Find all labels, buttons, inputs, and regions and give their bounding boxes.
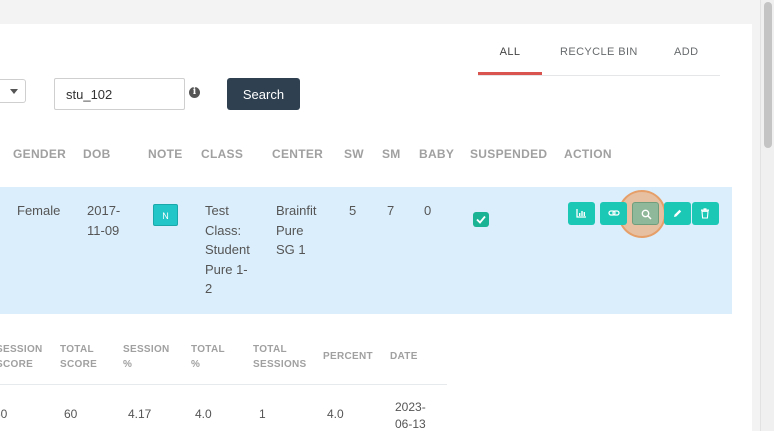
sub-header-line: SESSIONS [253,359,307,370]
sub-header-line: % [123,359,133,370]
cell-center-line: Brainfit [276,203,317,218]
vertical-scrollbar[interactable] [760,0,774,431]
sub-cell-total-sessions: 1 [259,407,266,421]
cell-dob: 2017- 11-09 [87,201,120,240]
sub-header-total-pct: TOTAL% [191,342,225,372]
pencil-icon [674,209,682,217]
stats-button[interactable] [568,202,595,225]
sub-header-total-score: TOTAL SCORE [60,342,97,372]
cell-dob-line: 2017- [87,203,121,218]
top-bar [0,0,760,24]
sub-header-line: SCORE [60,359,98,370]
sub-header-date: DATE [390,349,418,364]
link-icon [608,210,620,216]
column-header-center[interactable]: CENTER [272,147,323,161]
tab-recycle-bin[interactable]: RECYCLE BIN [560,46,638,58]
sub-cell-total-score: 60 [64,407,78,421]
sub-header-total-sessions: TOTAL SESSIONS [253,342,307,372]
sub-header-line: SESSION [123,344,170,355]
cell-class: Test Class: Student Pure 1- 2 [205,201,250,299]
suspended-checkbox[interactable] [473,212,489,227]
tab-all[interactable]: ALL [478,46,542,58]
sub-cell-session-score: 60 [0,407,8,421]
cell-gender: Female [17,203,61,218]
sub-header-percent: PERCENT [323,349,373,364]
sub-header-line: TOTAL [191,344,225,355]
cell-center: Brainfit Pure SG 1 [276,201,316,260]
sub-cell-percent: 4.0 [327,407,344,421]
tab-bar: ALL RECYCLE BIN ADD [478,24,720,76]
cell-class-line: 2 [205,281,213,296]
sub-cell-total-pct: 4.0 [195,407,212,421]
tab-add[interactable]: ADD [674,46,698,58]
sub-header-session-score: SESSION SCORE [0,342,43,372]
column-header-sm[interactable]: SM [382,147,401,161]
sub-header-line: TOTAL [253,344,287,355]
active-tab-indicator [478,72,542,75]
filter-select[interactable] [0,79,26,103]
check-icon [476,215,486,224]
sub-cell-session-pct: 4.17 [128,407,152,421]
cell-center-line: Pure [276,222,304,238]
cell-class-line: Pure 1- [205,261,248,277]
sub-header-session-pct: SESSION% [123,342,170,372]
chart-icon [576,209,586,218]
column-header-action: ACTION [564,147,612,161]
column-header-class[interactable]: CLASS [201,147,243,161]
cell-class-line: Test [205,203,229,218]
sub-header-line: SESSION [0,344,43,355]
caret-down-icon [10,89,18,94]
note-button[interactable]: N [153,204,178,226]
sub-header-line: TOTAL [60,344,94,355]
link-button[interactable] [600,202,627,225]
sub-header-line: PERCENT [323,351,373,362]
sub-cell-date-line: 2023- [395,400,426,414]
column-header-note[interactable]: NOTE [148,147,183,161]
delete-button[interactable] [692,202,719,225]
view-button[interactable] [632,202,659,225]
trash-icon [701,208,709,219]
info-icon: i [189,87,200,98]
column-header-dob[interactable]: DOB [83,147,111,161]
search-input[interactable] [54,78,185,110]
cell-dob-line: 11-09 [87,222,120,238]
sub-header-line: % [191,359,201,370]
cell-class-line: Student [205,242,250,257]
sub-table-divider [0,384,447,385]
search-icon [641,209,652,220]
search-button[interactable]: Search [227,78,300,110]
cell-sm: 7 [387,203,395,218]
cell-class-line: Class: [205,222,242,238]
column-header-suspended[interactable]: SUSPENDED [470,147,547,161]
scrollbar-thumb[interactable] [764,2,772,148]
sub-header-line: SCORE [0,359,34,370]
cell-sw: 5 [349,203,357,218]
cell-center-line: SG 1 [276,242,306,257]
edit-button[interactable] [664,202,691,225]
column-header-baby[interactable]: BABY [419,147,454,161]
cell-baby: 0 [424,203,432,218]
column-header-sw[interactable]: SW [344,147,364,161]
column-header-gender[interactable]: GENDER [13,147,66,161]
sub-cell-date-line: 06-13 [395,417,426,431]
sub-header-line: DATE [390,351,418,362]
sub-cell-date: 2023- 06-13 [395,399,426,431]
